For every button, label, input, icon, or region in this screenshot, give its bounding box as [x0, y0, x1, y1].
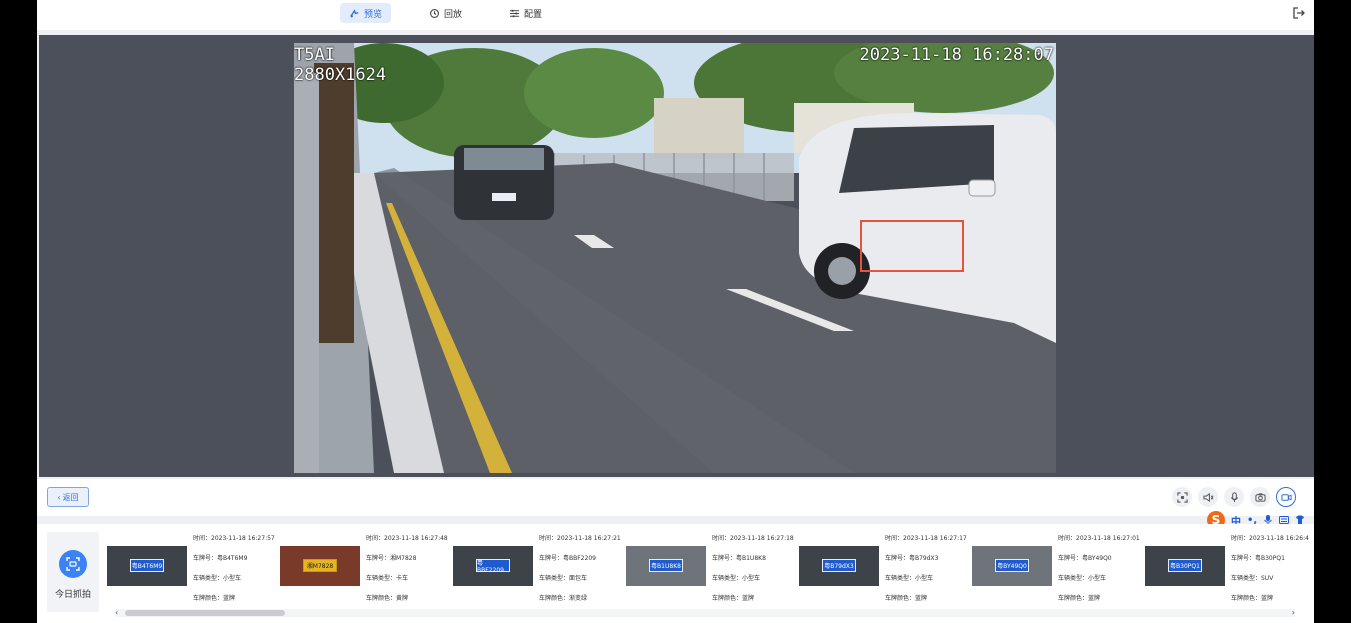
capture-card[interactable]: 粤B79dX3 时间：2023-11-18 16:27:17 车牌号：粤B79dX3… [799, 536, 971, 606]
plate-image-label: 粤B4T6M9 [130, 559, 164, 572]
capture-plate: 车牌号：粤B1U8K8 [712, 555, 766, 562]
capture-plate: 车牌号：湘M7828 [366, 555, 417, 562]
capture-plate: 车牌号：粤B30PQ1 [1231, 555, 1285, 562]
tab-preview[interactable]: 预览 [340, 3, 392, 23]
capture-plate: 车牌号：粤B79dX3 [885, 555, 939, 562]
capture-thumbnail[interactable]: 粤B1U8K8 [626, 546, 706, 586]
capture-plate-color: 车牌颜色：蓝牌 [712, 595, 755, 602]
microphone-button[interactable] [1224, 487, 1244, 507]
capture-vehicle-type: 车辆类型：小型车 [1058, 575, 1107, 582]
capture-plate-color: 车牌颜色：蓝牌 [193, 595, 236, 602]
tab-playback-label: 回放 [444, 9, 463, 20]
capture-plate-color: 车牌颜色：蓝牌 [1058, 595, 1101, 602]
capture-time: 时间：2023-11-18 16:27:18 [712, 535, 794, 542]
capture-info: 时间：2023-11-18 16:27:17 车牌号：粤B79dX3 车辆类型：小型… [885, 536, 971, 616]
capture-vehicle-type: 车辆类型：卡车 [366, 575, 409, 582]
capture-card[interactable]: 粤BY49Q0 时间：2023-11-18 16:27:01 车牌号：粤BY49Q0… [972, 536, 1144, 606]
today-captures-button[interactable]: 今日抓拍 [47, 532, 99, 612]
capture-time: 时间：2023-11-18 16:26:4 [1231, 535, 1309, 542]
top-bar: 预览 回放 配置 [37, 0, 1314, 30]
capture-vehicle-type: 车辆类型：小型车 [193, 575, 242, 582]
detection-box [860, 220, 964, 272]
osd-timestamp: 2023-11-18 16:28:07 [859, 45, 1054, 65]
osd-resolution: 2880X1624 [294, 65, 387, 85]
screenshot-button[interactable] [1172, 487, 1192, 507]
back-button[interactable]: ‹ 返回 [47, 487, 89, 507]
plate-image-label: 粤BY49Q0 [995, 559, 1029, 572]
tab-config-label: 配置 [524, 9, 543, 20]
today-captures-label: 今日抓拍 [54, 590, 91, 600]
microphone-icon [1230, 491, 1238, 502]
capture-plate: 车牌号：粤B4T6M9 [193, 555, 248, 562]
capture-thumbnail[interactable]: 粤BY49Q0 [972, 546, 1052, 586]
record-button[interactable] [1276, 487, 1296, 507]
capture-info: 时间：2023-11-18 16:27:21 车牌号：粤BBF2209 车辆类型：面… [539, 536, 625, 616]
capture-thumbnail[interactable]: 粤BBF2209 [453, 546, 533, 586]
capture-vehicle-type: 车辆类型：小型车 [885, 575, 934, 582]
scroll-left-icon[interactable]: ‹ [115, 608, 118, 617]
capture-plate-color: 车牌颜色：黄牌 [366, 595, 409, 602]
capture-time: 时间：2023-11-18 16:27:21 [539, 535, 621, 542]
horizontal-scrollbar[interactable]: ‹ › [115, 608, 1295, 617]
volume-icon [1202, 492, 1213, 502]
capture-icon [59, 550, 87, 578]
capture-info: 时间：2023-11-18 16:27:48 车牌号：湘M7828 车辆类型：卡车车… [366, 536, 452, 616]
plate-image-label: 粤B1U8K8 [649, 559, 683, 572]
capture-plate: 车牌号：粤BBF2209 [539, 555, 596, 562]
capture-info: 时间：2023-11-18 16:27:01 车牌号：粤BY49Q0 车辆类型：小型… [1058, 536, 1144, 616]
capture-time: 时间：2023-11-18 16:27:57 [193, 535, 275, 542]
capture-card[interactable]: 粤B30PQ1 时间：2023-11-18 16:26:4 车牌号：粤B30PQ1 车… [1145, 536, 1314, 606]
capture-thumbnail[interactable]: 粤B79dX3 [799, 546, 879, 586]
tab-preview-label: 预览 [364, 9, 383, 20]
capture-card[interactable]: 粤B4T6M9 时间：2023-11-18 16:27:57 车牌号：粤B4T6M9… [107, 536, 279, 606]
osd-device-name: T5AI [294, 45, 335, 65]
plate-image-label: 粤BBF2209 [476, 559, 510, 574]
record-icon [1280, 493, 1292, 501]
capture-plate-color: 车牌颜色：蓝牌 [1231, 595, 1274, 602]
back-button-label: 返回 [62, 492, 79, 502]
capture-plate: 车牌号：粤BY49Q0 [1058, 555, 1112, 562]
capture-time: 时间：2023-11-18 16:27:01 [1058, 535, 1140, 542]
capture-thumbnail[interactable]: 粤B4T6M9 [107, 546, 187, 586]
config-icon [509, 9, 520, 17]
camera-icon [1254, 492, 1266, 502]
capture-vehicle-type: 车辆类型：面包车 [539, 575, 588, 582]
preview-icon [350, 8, 359, 17]
playback-icon [430, 8, 439, 18]
capture-card[interactable]: 粤B1U8K8 时间：2023-11-18 16:27:18 车牌号：粤B1U8K8… [626, 536, 798, 606]
capture-info: 时间：2023-11-18 16:26:4 车牌号：粤B30PQ1 车辆类型：SUV… [1231, 536, 1314, 616]
plate-image-label: 湘M7828 [303, 559, 337, 572]
capture-vehicle-type: 车辆类型：SUV [1231, 575, 1274, 582]
camera-frame[interactable]: T5AI 2880X1624 2023-11-18 16:28:07 [294, 43, 1056, 473]
chevron-left-icon: ‹ [57, 492, 61, 502]
capture-thumbnail[interactable]: 湘M7828 [280, 546, 360, 586]
video-viewer: T5AI 2880X1624 2023-11-18 16:28:07 [39, 35, 1314, 477]
capture-info: 时间：2023-11-18 16:27:57 车牌号：粤B4T6M9 车辆类型：小型… [193, 536, 279, 616]
capture-thumbnail[interactable]: 粤B30PQ1 [1145, 546, 1225, 586]
tab-config[interactable]: 配置 [500, 3, 551, 23]
snapshot-button[interactable] [1250, 487, 1270, 507]
capture-info: 时间：2023-11-18 16:27:18 车牌号：粤B1U8K8 车辆类型：小型… [712, 536, 798, 616]
scrollbar-thumb[interactable] [125, 610, 285, 616]
capture-time: 时间：2023-11-18 16:27:17 [885, 535, 967, 542]
logout-icon[interactable] [1292, 6, 1306, 20]
control-bar: ‹ 返回 [37, 479, 1314, 516]
plate-image-label: 粤B79dX3 [822, 559, 856, 572]
capture-strip: 今日抓拍 粤B4T6M9 时间：2023-11-18 16:27:57 车牌号：粤B… [37, 524, 1314, 623]
scroll-right-icon[interactable]: › [1292, 608, 1295, 617]
volume-button[interactable] [1198, 487, 1218, 507]
capture-time: 时间：2023-11-18 16:27:48 [366, 535, 448, 542]
capture-vehicle-type: 车辆类型：小型车 [712, 575, 761, 582]
capture-card[interactable]: 湘M7828 时间：2023-11-18 16:27:48 车牌号：湘M7828 车辆… [280, 536, 452, 606]
tab-playback[interactable]: 回放 [420, 3, 471, 23]
plate-image-label: 粤B30PQ1 [1168, 559, 1202, 572]
screenshot-icon [1176, 491, 1188, 503]
capture-card[interactable]: 粤BBF2209 时间：2023-11-18 16:27:21 车牌号：粤BBF22… [453, 536, 625, 606]
capture-plate-color: 车牌颜色：蓝牌 [885, 595, 928, 602]
capture-plate-color: 车牌颜色：渐变绿 [539, 595, 588, 602]
app-window: 预览 回放 配置 T5AI 2880X1624 2023-11-18 16:28… [37, 0, 1314, 623]
